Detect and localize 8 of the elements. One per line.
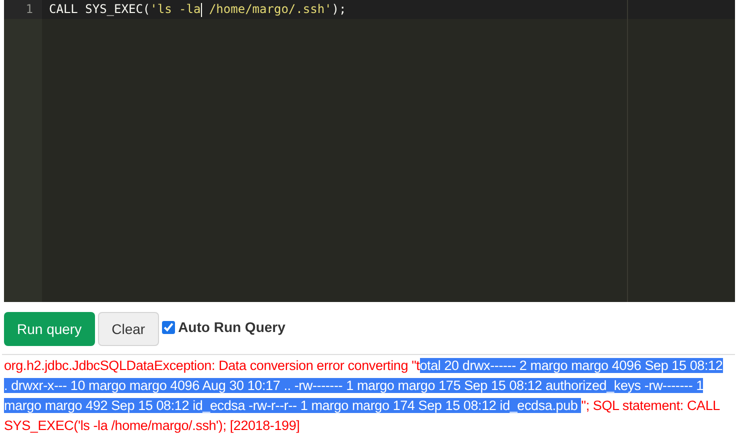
- error-message: org.h2.jdbc.JdbcSQLDataException: Data conversion error converting "total 20 drwx------ 2 margo margo 4096 Sep 15 08:12 . drwxr-x--- 10 margo margo 4096 Aug 30 10:17 .. -rw------- 1 margo margo 175 Sep 15 08:12 authorized_keys -rw------- 1 margo margo 492 Sep 15 08:12 id_ecdsa -rw-r--r-- 1 margo margo 174 Sep 15 08:12 id_ecdsa.pub "; SQL statement: CALL SYS_EXEC('ls -la /home/margo/.ssh'); [22018-199]: [4, 357, 724, 435]
- text-cursor: [200, 2, 202, 17]
- clear-button[interactable]: Clear: [98, 312, 160, 346]
- code-editor[interactable]: 1 CALL SYS_EXEC('ls -la /home/margo/.ssh');: [4, 0, 735, 302]
- auto-run-checkbox[interactable]: [162, 320, 176, 334]
- auto-run-label: Auto Run Query: [178, 318, 286, 337]
- line-number: 1: [26, 2, 33, 16]
- run-query-button[interactable]: Run query: [4, 312, 95, 346]
